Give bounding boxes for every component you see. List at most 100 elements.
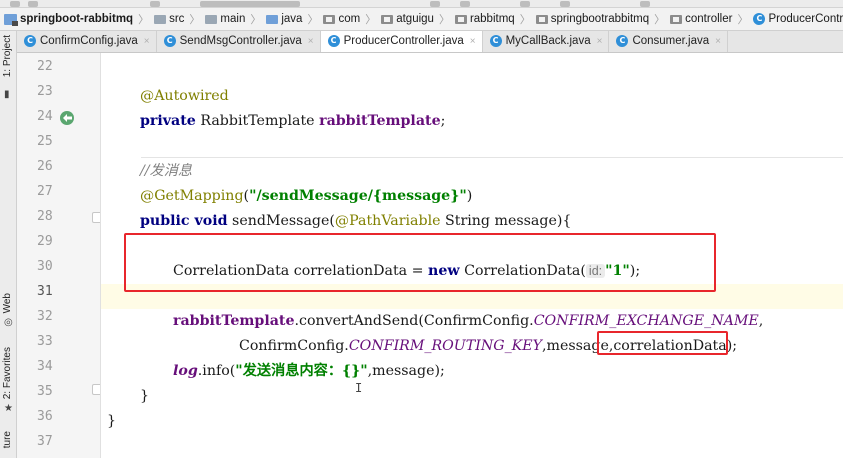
tab-confirmconfig[interactable]: C ConfirmConfig.java × bbox=[17, 31, 157, 52]
main-toolbar bbox=[0, 0, 843, 8]
navigation-breadcrumb: springboot-rabbitmq 〉 src 〉 main 〉 java … bbox=[0, 8, 843, 31]
line-number: 26 bbox=[37, 159, 53, 174]
line-number-current: 31 bbox=[37, 284, 53, 299]
highlight-box-correlationdata-declaration bbox=[124, 233, 716, 292]
closing-brace: } bbox=[140, 388, 150, 404]
field-rabbittemplate: rabbitTemplate bbox=[173, 313, 295, 329]
web-globe-icon[interactable]: ◎ bbox=[4, 317, 13, 328]
punctuation: ); bbox=[726, 338, 738, 354]
run-config-selector[interactable] bbox=[200, 1, 300, 7]
breadcrumb-item-com[interactable]: com bbox=[323, 13, 360, 25]
class-ref: ConfirmConfig. bbox=[239, 338, 349, 354]
toolbar-icon[interactable] bbox=[460, 1, 470, 7]
tab-producercontroller[interactable]: C ProducerController.java × bbox=[320, 31, 483, 52]
project-tool-icon[interactable]: ▮ bbox=[4, 89, 10, 100]
spring-bean-gutter-icon[interactable] bbox=[59, 110, 77, 126]
close-icon[interactable]: × bbox=[597, 36, 603, 47]
breadcrumb-item-java[interactable]: java bbox=[266, 13, 302, 25]
keyword-void: void bbox=[189, 213, 228, 229]
toolbar-icon[interactable] bbox=[10, 1, 20, 7]
code-line-34: log.info("发送消息内容：{}",message); bbox=[173, 359, 843, 384]
method-signature: sendMessage( bbox=[227, 213, 335, 229]
line-number: 25 bbox=[37, 134, 53, 149]
package-icon bbox=[323, 14, 336, 24]
tab-label: Consumer.java bbox=[632, 35, 710, 47]
breadcrumb-item-project[interactable]: springboot-rabbitmq bbox=[4, 13, 133, 26]
line-number: 35 bbox=[37, 384, 53, 399]
star-icon[interactable]: ★ bbox=[4, 403, 13, 414]
tab-consumer[interactable]: C Consumer.java × bbox=[609, 31, 728, 52]
breadcrumb-item-springbootrabbitmq[interactable]: springbootrabbitmq bbox=[535, 13, 649, 25]
toolbar-icon[interactable] bbox=[640, 1, 650, 7]
package-icon bbox=[670, 14, 683, 24]
method-separator bbox=[141, 157, 843, 158]
project-folder-icon bbox=[4, 13, 18, 26]
tab-mycallback[interactable]: C MyCallBack.java × bbox=[483, 31, 610, 52]
package-icon bbox=[454, 14, 467, 24]
chevron-right-icon: 〉 bbox=[250, 14, 262, 26]
editor-tab-bar: C ConfirmConfig.java × C SendMsgController.… bbox=[17, 31, 843, 53]
highlight-box-correlationdata-argument bbox=[597, 331, 728, 355]
code-line-35: } bbox=[140, 384, 843, 409]
chevron-right-icon: 〉 bbox=[365, 14, 377, 26]
type-name: RabbitTemplate bbox=[195, 113, 320, 129]
left-tool-strip: 1: Project ▮ Web ◎ 2: Favorites ★ ture bbox=[0, 31, 17, 458]
line-number: 37 bbox=[37, 434, 53, 449]
annotation-pathvariable: @PathVariable bbox=[334, 213, 441, 229]
breadcrumb-item-atguigu[interactable]: atguigu bbox=[381, 13, 434, 25]
code-line-23: @Autowired bbox=[140, 84, 843, 109]
text-cursor-icon: I bbox=[355, 381, 363, 395]
close-icon[interactable]: × bbox=[470, 36, 476, 47]
closing-brace: } bbox=[107, 413, 117, 429]
toolbar-icon[interactable] bbox=[560, 1, 570, 7]
tool-window-favorites[interactable]: 2: Favorites bbox=[2, 347, 13, 399]
chevron-right-icon: 〉 bbox=[438, 14, 450, 26]
breadcrumb-item-controller[interactable]: controller bbox=[670, 13, 732, 25]
tab-label: MyCallBack.java bbox=[505, 35, 591, 47]
string-path: "/sendMessage/{message}" bbox=[249, 188, 467, 204]
class-icon: C bbox=[753, 13, 766, 25]
breadcrumb-item-src[interactable]: src bbox=[154, 13, 184, 25]
class-icon: C bbox=[489, 35, 502, 47]
chevron-right-icon: 〉 bbox=[519, 14, 531, 26]
constant-routing-key: CONFIRM_ROUTING_KEY bbox=[348, 338, 542, 354]
annotation-autowired: @Autowired bbox=[140, 88, 229, 104]
chevron-right-icon: 〉 bbox=[654, 14, 666, 26]
code-line-36: } bbox=[107, 409, 843, 434]
toolbar-icon[interactable] bbox=[430, 1, 440, 7]
breadcrumb-item-rabbitmq[interactable]: rabbitmq bbox=[454, 13, 515, 25]
code-line-27: @GetMapping("/sendMessage/{message}") bbox=[140, 184, 843, 209]
tool-window-structure[interactable]: ture bbox=[2, 431, 13, 448]
tool-window-web[interactable]: Web bbox=[2, 293, 13, 313]
chevron-right-icon: 〉 bbox=[307, 14, 319, 26]
field-rabbittemplate: rabbitTemplate bbox=[319, 113, 441, 129]
folder-icon bbox=[154, 14, 167, 24]
breadcrumb-item-producercontroller[interactable]: CProducerControlle bbox=[753, 13, 843, 25]
line-number: 33 bbox=[37, 334, 53, 349]
line-number: 34 bbox=[37, 359, 53, 374]
keyword-public: public bbox=[140, 213, 190, 229]
line-number: 32 bbox=[37, 309, 53, 324]
line-number: 29 bbox=[37, 234, 53, 249]
breadcrumb-item-main[interactable]: main bbox=[205, 13, 245, 25]
close-icon[interactable]: × bbox=[144, 36, 150, 47]
package-icon bbox=[381, 14, 394, 24]
punctuation: ,message); bbox=[367, 363, 445, 379]
class-icon: C bbox=[327, 35, 340, 47]
punctuation: ) bbox=[466, 188, 473, 204]
package-icon bbox=[535, 14, 548, 24]
close-icon[interactable]: × bbox=[308, 36, 314, 47]
tab-label: SendMsgController.java bbox=[179, 35, 302, 47]
toolbar-icon[interactable] bbox=[28, 1, 38, 7]
string-log-message: "发送消息内容：{}" bbox=[235, 363, 368, 379]
tab-label: ConfirmConfig.java bbox=[40, 35, 138, 47]
toolbar-icon[interactable] bbox=[150, 1, 160, 7]
chevron-right-icon: 〉 bbox=[189, 14, 201, 26]
tool-window-project[interactable]: 1: Project bbox=[2, 35, 13, 77]
toolbar-icon[interactable] bbox=[520, 1, 530, 7]
tab-sendmsgcontroller[interactable]: C SendMsgController.java × bbox=[157, 31, 321, 52]
code-line-24: private RabbitTemplate rabbitTemplate; bbox=[140, 109, 843, 134]
punctuation: ; bbox=[440, 113, 446, 129]
line-number: 30 bbox=[37, 259, 53, 274]
close-icon[interactable]: × bbox=[715, 36, 721, 47]
